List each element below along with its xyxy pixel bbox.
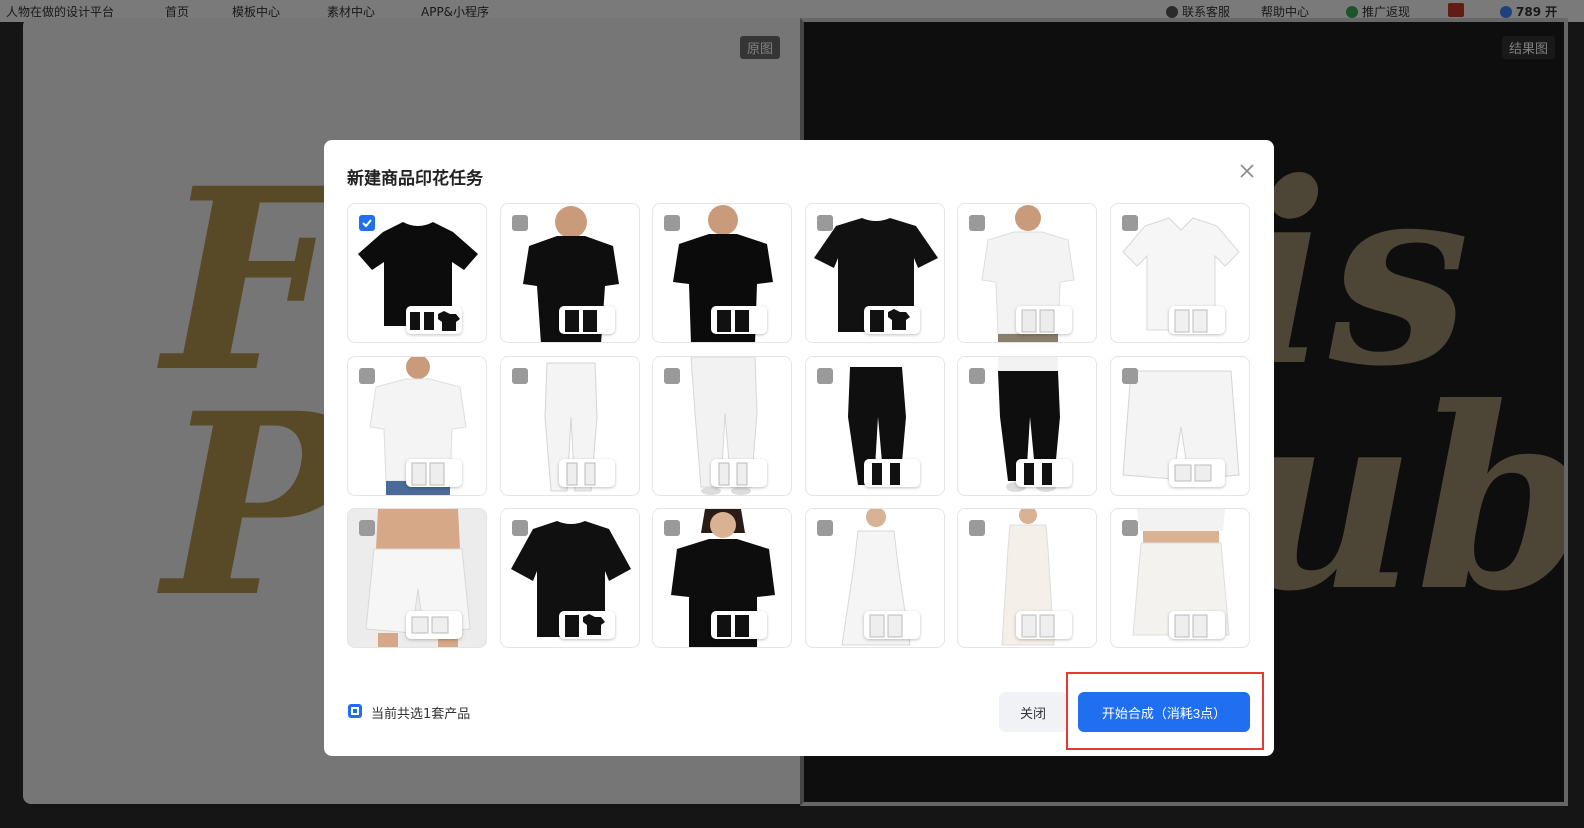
- product-grid: [347, 203, 1250, 649]
- product-checkbox[interactable]: [664, 520, 681, 537]
- selection-count-text: 当前共选1套产品: [371, 707, 471, 722]
- product-checkbox[interactable]: [816, 215, 833, 231]
- product-checkbox[interactable]: [1121, 520, 1138, 537]
- variant-thumbnails: [1168, 306, 1225, 334]
- product-card[interactable]: [652, 355, 793, 496]
- variant-thumbnails: [1168, 458, 1225, 487]
- variant-thumbnails: [558, 306, 615, 334]
- start-synthesis-button[interactable]: 开始合成（消耗3点）: [1078, 692, 1250, 732]
- product-checkbox[interactable]: [969, 367, 986, 384]
- product-card[interactable]: [804, 203, 945, 343]
- product-checkbox[interactable]: [511, 520, 528, 537]
- product-card[interactable]: [957, 203, 1098, 343]
- product-card[interactable]: [804, 355, 945, 496]
- variant-thumbnails: [1168, 611, 1225, 640]
- product-checkbox[interactable]: [816, 520, 833, 537]
- variant-thumbnails: [711, 611, 768, 640]
- gift-icon[interactable]: [1448, 3, 1464, 17]
- variant-thumbnails: [863, 458, 920, 487]
- variant-thumbnails: [863, 611, 920, 640]
- coin-icon: [1500, 5, 1512, 18]
- product-checkbox[interactable]: [359, 520, 375, 537]
- promo-icon: [1346, 5, 1358, 18]
- product-card[interactable]: [652, 508, 793, 649]
- selection-indicator-checkbox[interactable]: [348, 704, 362, 718]
- variant-thumbnails: [406, 306, 462, 334]
- headset-icon: [1166, 5, 1178, 18]
- product-card[interactable]: [499, 203, 640, 343]
- product-checkbox[interactable]: [359, 215, 375, 231]
- new-print-task-dialog: 新建商品印花任务 当前共选1套产品 关闭 开始合成（消耗3点）: [324, 140, 1274, 756]
- variant-thumbnails: [1016, 306, 1073, 334]
- product-card[interactable]: [1109, 508, 1250, 649]
- variant-thumbnails: [711, 306, 768, 334]
- variant-thumbnails: [406, 611, 462, 640]
- variant-thumbnails: [406, 458, 462, 487]
- close-button[interactable]: 关闭: [999, 692, 1067, 732]
- product-checkbox[interactable]: [511, 215, 528, 231]
- product-card[interactable]: [957, 355, 1098, 496]
- product-card[interactable]: [347, 203, 487, 343]
- product-checkbox[interactable]: [816, 367, 833, 384]
- product-checkbox[interactable]: [1121, 215, 1138, 231]
- product-card[interactable]: [499, 355, 640, 496]
- variant-thumbnails: [1016, 458, 1073, 487]
- product-card[interactable]: [652, 203, 793, 343]
- product-card[interactable]: [1109, 203, 1250, 343]
- variant-thumbnails: [711, 458, 768, 487]
- variant-thumbnails: [863, 306, 920, 334]
- product-checkbox[interactable]: [664, 215, 681, 231]
- product-checkbox[interactable]: [664, 367, 681, 384]
- product-card[interactable]: [499, 508, 640, 649]
- product-card[interactable]: [347, 508, 487, 649]
- dialog-title: 新建商品印花任务: [347, 169, 483, 189]
- variant-thumbnails: [558, 611, 615, 640]
- product-checkbox[interactable]: [1121, 367, 1138, 384]
- product-checkbox[interactable]: [359, 367, 375, 384]
- product-checkbox[interactable]: [511, 367, 528, 384]
- original-tag: 原图: [740, 36, 781, 59]
- product-card[interactable]: [804, 508, 945, 649]
- variant-thumbnails: [1016, 611, 1073, 640]
- product-card[interactable]: [347, 355, 487, 496]
- variant-thumbnails: [558, 458, 615, 487]
- product-card[interactable]: [1109, 355, 1250, 496]
- product-checkbox[interactable]: [969, 215, 986, 231]
- points-value: 789: [1516, 4, 1542, 19]
- product-card[interactable]: [957, 508, 1098, 649]
- close-icon[interactable]: [1236, 160, 1258, 182]
- product-checkbox[interactable]: [969, 520, 986, 537]
